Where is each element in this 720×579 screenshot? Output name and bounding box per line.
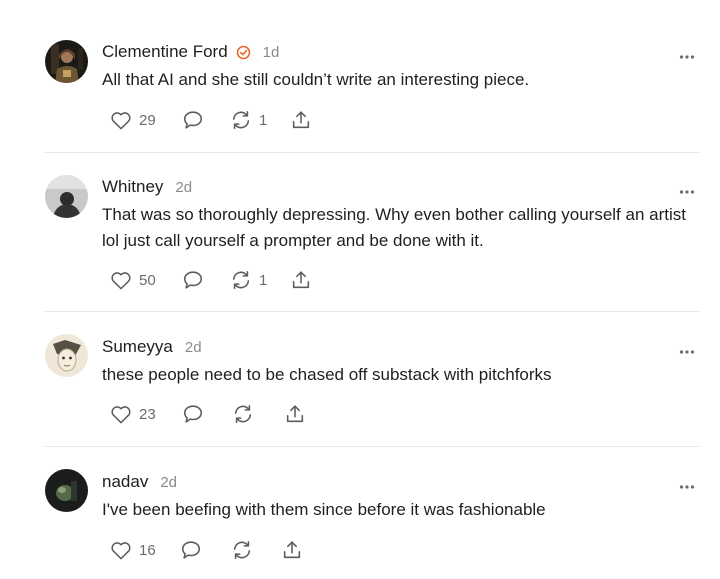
share-button[interactable]	[290, 108, 312, 132]
comment-actions: 29 1	[110, 108, 312, 132]
comment-text: I've been beefing with them since before…	[102, 500, 546, 519]
comment-actions: 16	[110, 538, 303, 562]
more-dots-icon[interactable]	[679, 343, 695, 354]
comment-time[interactable]: 2d	[160, 474, 177, 491]
more-dots-icon[interactable]	[679, 183, 695, 194]
verified-check-icon	[236, 45, 251, 60]
like-count: 23	[139, 405, 156, 423]
reply-button[interactable]	[180, 538, 231, 562]
heart-icon	[110, 540, 132, 560]
like-count: 29	[139, 111, 156, 129]
comment-header: Sumeyya 2d	[102, 336, 202, 358]
restack-arrows-icon	[232, 403, 254, 425]
author-name[interactable]: nadav	[102, 472, 148, 492]
heart-icon	[110, 270, 132, 290]
like-count: 16	[139, 541, 156, 559]
restack-button[interactable]: 1	[230, 268, 290, 292]
avatar[interactable]	[45, 40, 88, 83]
like-button[interactable]: 29	[110, 108, 182, 132]
comment-time[interactable]: 2d	[185, 339, 202, 356]
comment-text: That was so thoroughly depressing. Why e…	[102, 205, 686, 250]
comment-text: these people need to be chased off subst…	[102, 365, 552, 384]
restack-button[interactable]	[231, 538, 281, 562]
comment-time[interactable]: 2d	[175, 179, 192, 196]
restack-count: 1	[259, 271, 268, 289]
share-upload-icon	[284, 403, 306, 425]
reply-button[interactable]	[182, 268, 230, 292]
speech-bubble-icon	[180, 539, 202, 561]
comment-header: nadav 2d	[102, 471, 177, 493]
like-count: 50	[139, 271, 156, 289]
more-dots-icon[interactable]	[679, 478, 695, 489]
comment-header: Whitney 2d	[102, 176, 192, 198]
restack-button[interactable]: 1	[230, 108, 290, 132]
restack-button[interactable]	[232, 402, 284, 426]
more-dots-icon[interactable]	[679, 48, 695, 59]
speech-bubble-icon	[182, 403, 204, 425]
speech-bubble-icon	[182, 269, 204, 291]
author-name[interactable]: Whitney	[102, 177, 163, 197]
author-name[interactable]: Sumeyya	[102, 337, 173, 357]
restack-count: 1	[259, 111, 268, 129]
share-upload-icon	[290, 109, 312, 131]
comment-actions: 50 1	[110, 268, 312, 292]
heart-icon	[110, 404, 132, 424]
like-button[interactable]: 16	[110, 538, 180, 562]
divider	[45, 152, 699, 153]
comment-time[interactable]: 1d	[263, 44, 280, 61]
speech-bubble-icon	[182, 109, 204, 131]
divider	[45, 446, 699, 447]
share-button[interactable]	[284, 402, 306, 426]
restack-arrows-icon	[231, 539, 253, 561]
author-name[interactable]: Clementine Ford	[102, 42, 228, 62]
share-button[interactable]	[281, 538, 303, 562]
avatar[interactable]	[45, 175, 88, 218]
heart-icon	[110, 110, 132, 130]
comment-actions: 23	[110, 402, 306, 426]
share-upload-icon	[290, 269, 312, 291]
share-button[interactable]	[290, 268, 312, 292]
like-button[interactable]: 23	[110, 402, 182, 426]
avatar[interactable]	[45, 469, 88, 512]
like-button[interactable]: 50	[110, 268, 182, 292]
restack-arrows-icon	[230, 269, 252, 291]
restack-arrows-icon	[230, 109, 252, 131]
comment-header: Clementine Ford 1d	[102, 41, 279, 63]
avatar[interactable]	[45, 334, 88, 377]
reply-button[interactable]	[182, 108, 230, 132]
share-upload-icon	[281, 539, 303, 561]
reply-button[interactable]	[182, 402, 232, 426]
comment-text: All that AI and she still couldn’t write…	[102, 70, 530, 89]
divider	[45, 311, 699, 312]
